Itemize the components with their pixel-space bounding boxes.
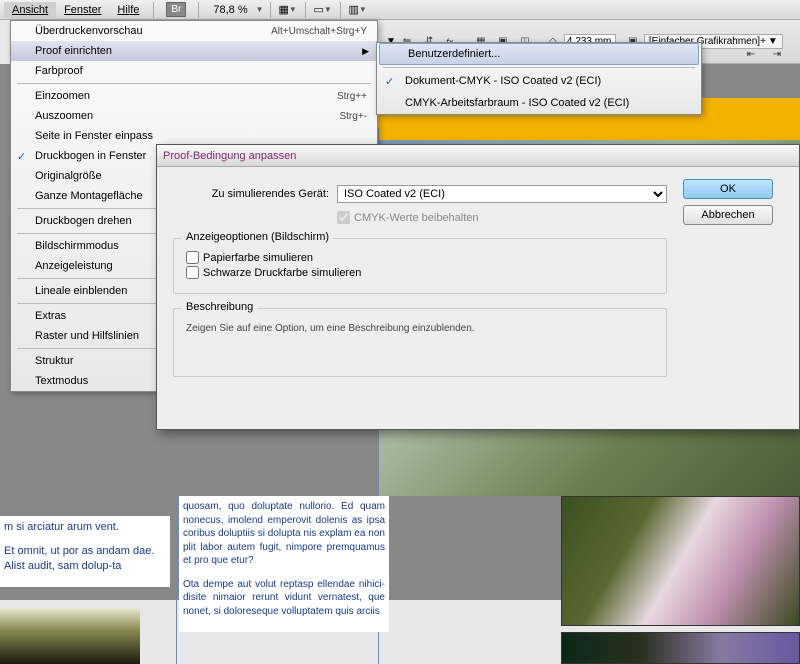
menu-ansicht[interactable]: Ansicht <box>4 2 56 18</box>
menu-hilfe[interactable]: Hilfe <box>109 2 147 18</box>
screen-mode-icon[interactable]: ▦▼ <box>279 2 297 18</box>
paper-color-label: Papierfarbe simulieren <box>203 252 313 264</box>
display-options-group: Anzeigeoptionen (Bildschirm) Papierfarbe… <box>173 238 667 294</box>
check-icon: ✓ <box>17 150 26 163</box>
menu-proof-setup[interactable]: Proof einrichten ▶ <box>11 41 377 61</box>
submenu-custom[interactable]: Benutzerdefiniert... <box>379 43 699 65</box>
menu-fit-page[interactable]: Seite in Fenster einpass <box>11 126 377 146</box>
display-options-title: Anzeigeoptionen (Bildschirm) <box>182 231 333 243</box>
menu-proof-colors[interactable]: Farbproof <box>11 61 377 81</box>
top-menubar: Ansicht Fenster Hilfe Br 78,8 % ▼ ▦▼ ▭▼ … <box>0 0 800 20</box>
device-select[interactable]: ISO Coated v2 (ECI) <box>337 185 667 203</box>
arrange-icon[interactable]: ▥▼ <box>349 2 367 18</box>
black-ink-label: Schwarze Druckfarbe simulieren <box>203 267 361 279</box>
cancel-button[interactable]: Abbrechen <box>683 205 773 225</box>
menu-fenster[interactable]: Fenster <box>56 2 109 18</box>
zoom-level[interactable]: 78,8 % <box>213 4 247 16</box>
dialog-titlebar[interactable]: Proof-Bedingung anpassen <box>157 145 799 167</box>
description-group: Beschreibung Zeigen Sie auf eine Option,… <box>173 308 667 377</box>
view-options-icon[interactable]: ▭▼ <box>314 2 332 18</box>
column-guide-1 <box>176 496 177 664</box>
proof-condition-dialog: Proof-Bedingung anpassen Zu simulierende… <box>156 144 800 430</box>
menu-zoom-out[interactable]: Auszoomen Strg+- <box>11 106 377 126</box>
placed-image-3[interactable] <box>561 632 800 664</box>
go-prev-icon[interactable]: ⇤ <box>743 46 759 62</box>
check-icon: ✓ <box>385 75 394 88</box>
description-title: Beschreibung <box>182 301 257 313</box>
bridge-badge[interactable]: Br <box>166 2 186 17</box>
placed-image-2[interactable] <box>561 496 800 626</box>
placed-image-4[interactable] <box>0 608 140 664</box>
paper-color-checkbox[interactable] <box>186 251 199 264</box>
go-next-icon[interactable]: ⇥ <box>769 46 785 62</box>
proof-setup-submenu: Benutzerdefiniert... ✓ Dokument-CMYK - I… <box>376 42 702 115</box>
dialog-title: Proof-Bedingung anpassen <box>163 150 296 162</box>
submenu-working-cmyk[interactable]: CMYK-Arbeitsfarbraum - ISO Coated v2 (EC… <box>377 92 701 114</box>
text-frame-2[interactable]: quosam, quo doluptate nullorio. Ed quam … <box>179 496 389 632</box>
menu-overprint-preview[interactable]: Überdruckenvorschau Alt+Umschalt+Strg+Y <box>11 21 377 41</box>
cmyk-preserve-checkbox <box>337 211 350 224</box>
device-label: Zu simulierendes Gerät: <box>173 188 329 200</box>
submenu-arrow-icon: ▶ <box>362 46 369 57</box>
submenu-document-cmyk[interactable]: ✓ Dokument-CMYK - ISO Coated v2 (ECI) <box>377 70 701 92</box>
cmyk-preserve-label: CMYK-Werte beibehalten <box>354 212 479 224</box>
description-text: Zeigen Sie auf eine Option, um eine Besc… <box>186 323 654 334</box>
black-ink-checkbox[interactable] <box>186 266 199 279</box>
ok-button[interactable]: OK <box>683 179 773 199</box>
menu-zoom-in[interactable]: Einzoomen Strg++ <box>11 86 377 106</box>
text-frame-1[interactable]: m si arciatur arum vent. Et omnit, ut po… <box>0 516 170 587</box>
chevron-down-icon[interactable]: ▼ <box>256 5 264 14</box>
